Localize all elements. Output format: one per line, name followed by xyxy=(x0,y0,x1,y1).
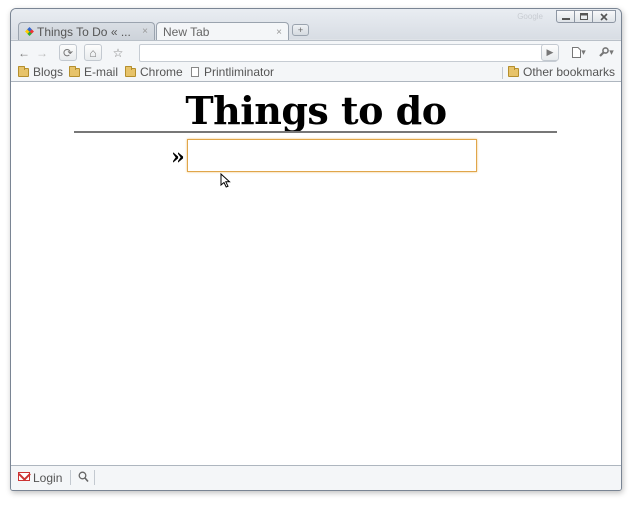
bookmark-blogs[interactable]: Blogs xyxy=(18,65,63,79)
minimize-button[interactable] xyxy=(556,10,575,23)
go-button[interactable]: ▶ xyxy=(541,44,559,61)
browser-window: Google Things To Do « ... × New Tab × + xyxy=(10,8,622,491)
chevron-down-icon: ▾ xyxy=(581,47,586,57)
status-separator xyxy=(94,470,95,485)
gmail-icon xyxy=(18,472,30,481)
bookmarks-separator xyxy=(502,67,503,79)
other-bookmarks[interactable]: Other bookmarks xyxy=(508,65,615,79)
tab-title: Things To Do « ... xyxy=(37,24,131,39)
other-bookmarks-label: Other bookmarks xyxy=(523,65,616,79)
status-bar: Login xyxy=(11,465,621,490)
bookmark-star-button[interactable]: ☆ xyxy=(109,44,127,61)
login-link[interactable]: Login xyxy=(33,471,62,485)
title-bar: Google Things To Do « ... × New Tab × + xyxy=(11,9,621,41)
status-separator xyxy=(70,470,71,485)
bookmark-email[interactable]: E-mail xyxy=(69,65,118,79)
tab-new-tab[interactable]: New Tab × xyxy=(156,22,289,41)
wrench-icon xyxy=(599,47,610,57)
search-icon[interactable] xyxy=(78,471,89,483)
bookmark-label: Chrome xyxy=(140,65,183,79)
task-input[interactable] xyxy=(187,139,477,172)
bookmark-label: Printliminator xyxy=(204,65,275,79)
maximize-icon xyxy=(579,13,588,20)
bookmark-label: E-mail xyxy=(84,65,119,79)
folder-icon xyxy=(508,65,519,77)
wrench-menu-button[interactable]: ▾ xyxy=(594,44,618,61)
page-content: Things to do » xyxy=(11,82,621,467)
plus-icon: + xyxy=(297,25,304,35)
forward-button[interactable]: → xyxy=(33,44,51,61)
folder-icon xyxy=(69,65,80,77)
close-icon xyxy=(600,12,608,21)
maximize-button[interactable] xyxy=(574,10,593,23)
page-icon xyxy=(191,67,199,77)
back-button[interactable]: ← xyxy=(15,44,33,61)
forward-arrow-icon: → xyxy=(36,45,48,60)
chevron-down-icon: ▾ xyxy=(609,47,614,57)
star-icon: ☆ xyxy=(112,45,124,60)
mouse-pointer-icon xyxy=(220,173,231,188)
favicon-icon xyxy=(25,27,34,36)
tab-title: New Tab xyxy=(163,25,210,39)
tab-things-to-do[interactable]: Things To Do « ... × xyxy=(18,22,155,40)
prompt-marker: » xyxy=(171,144,185,170)
tab-close-icon[interactable]: × xyxy=(142,26,148,37)
bookmark-label: Blogs xyxy=(33,65,64,79)
close-button[interactable] xyxy=(592,10,616,23)
home-icon: ⌂ xyxy=(89,45,97,60)
home-button[interactable]: ⌂ xyxy=(84,44,102,61)
bookmarks-bar: Blogs E-mail Chrome Printliminator Other… xyxy=(11,64,621,82)
page-title: Things to do xyxy=(185,88,447,133)
folder-icon xyxy=(125,65,136,77)
go-icon: ▶ xyxy=(546,47,554,57)
window-brand: Google xyxy=(517,12,543,21)
page-menu-icon xyxy=(572,47,582,58)
folder-icon xyxy=(18,65,29,77)
bookmark-printliminator[interactable]: Printliminator xyxy=(191,65,274,79)
window-controls xyxy=(556,10,616,23)
tab-close-icon[interactable]: × xyxy=(276,27,282,38)
navigation-toolbar: ← → ⟳ ⌂ ☆ ▶ ▾ ▾ xyxy=(11,40,621,64)
bookmark-chrome[interactable]: Chrome xyxy=(125,65,183,79)
reload-button[interactable]: ⟳ xyxy=(59,44,77,61)
minimize-icon xyxy=(561,17,570,20)
reload-icon: ⟳ xyxy=(62,45,74,60)
new-tab-button[interactable]: + xyxy=(292,24,309,36)
address-bar[interactable] xyxy=(139,44,557,62)
page-menu-button[interactable]: ▾ xyxy=(567,44,591,61)
back-arrow-icon: ← xyxy=(18,45,30,60)
title-divider xyxy=(74,131,557,133)
